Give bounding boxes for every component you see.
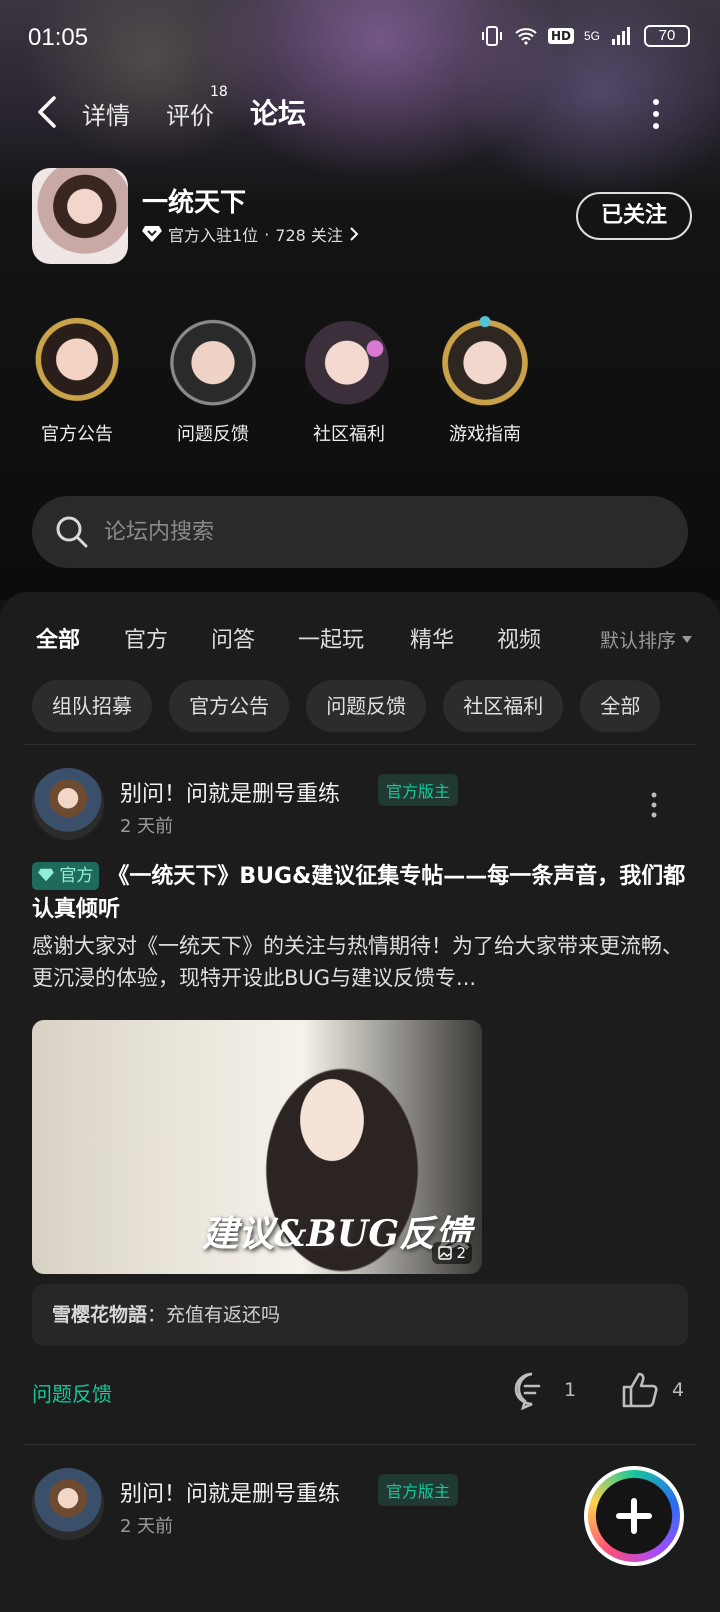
avatar[interactable] (32, 768, 104, 840)
hot-comment-preview[interactable]: 雪樱花物語：充值有返还吗 (32, 1284, 688, 1346)
meta-separator: · (264, 224, 270, 244)
post-time: 2 天前 (120, 1516, 174, 1537)
tab-featured[interactable]: 精华 (410, 622, 454, 654)
wifi-icon (515, 28, 537, 45)
comment-text: 充值有返还吗 (166, 1304, 281, 1326)
followers-count: 728 关注 (275, 226, 343, 245)
divider (24, 744, 696, 745)
search-bar[interactable] (32, 496, 688, 568)
shortcut-game-guide[interactable]: 游戏指南 (430, 300, 540, 446)
tab-all[interactable]: 全部 (36, 622, 81, 656)
moderator-badge: 官方版主 (378, 1474, 459, 1506)
chip-community-welfare[interactable]: 社区福利 (443, 680, 564, 732)
like-button[interactable]: 4 (620, 1370, 684, 1410)
post-category-tag[interactable]: 问题反馈 (32, 1378, 112, 1407)
shortcut-label: 游戏指南 (449, 424, 521, 445)
diamond-icon (38, 868, 54, 882)
chevron-right-icon (350, 227, 359, 241)
more-options-icon[interactable] (646, 96, 666, 132)
chip-team-recruit[interactable]: 组队招募 (32, 680, 152, 732)
game-name: 一统天下 (142, 188, 247, 218)
like-count: 4 (672, 1379, 685, 1401)
game-icon[interactable] (32, 168, 128, 264)
sort-label: 默认排序 (599, 630, 676, 652)
official-announcement-portrait-icon (25, 300, 129, 408)
feedback-portrait-icon (161, 300, 265, 408)
tab-video[interactable]: 视频 (497, 622, 541, 654)
comment-button[interactable]: 1 (512, 1370, 576, 1410)
tab-play-together[interactable]: 一起玩 (298, 622, 364, 654)
shortcut-label: 社区福利 (313, 424, 385, 445)
chip-all[interactable]: 全部 (580, 680, 661, 732)
chip-feedback[interactable]: 问题反馈 (306, 680, 427, 732)
official-tag: 官方 (32, 862, 100, 890)
shortcut-community-welfare[interactable]: 社区福利 (294, 300, 404, 446)
divider (24, 1444, 696, 1445)
follow-button[interactable]: 已关注 (576, 192, 692, 240)
post-title[interactable]: 官方 《一统天下》BUG&建议征集专帖——每一条声音，我们都认真倾听 (32, 860, 688, 926)
tab-details[interactable]: 详情 (82, 96, 130, 131)
status-time: 01:05 (28, 24, 89, 51)
post-more-icon[interactable] (648, 790, 660, 820)
community-welfare-portrait-icon (297, 300, 401, 408)
forum-tabs: 全部 官方 问答 一起玩 精华 视频 默认排序 (0, 612, 720, 662)
comment-count: 1 (564, 1379, 577, 1401)
image-count-badge: 2 (432, 1242, 472, 1264)
post-image[interactable]: 建议&BUG反馈 2 (32, 1020, 482, 1274)
back-arrow-icon[interactable] (32, 92, 68, 132)
status-icons: HD 5G 70 (480, 24, 690, 48)
post-card[interactable]: 别问！问就是删号重练 官方版主 2 天前 官方 《一统天下》BUG&建议征集专帖… (0, 768, 720, 1444)
chip-official-announcement[interactable]: 官方公告 (169, 680, 290, 732)
post-title-text: 《一统天下》BUG&建议征集专帖——每一条声音，我们都认真倾听 (32, 864, 686, 922)
comment-icon (514, 1372, 541, 1410)
caret-down-icon (682, 636, 692, 643)
tab-forum[interactable]: 论坛 (250, 92, 307, 134)
nav-bar: 详情 评价 18 论坛 (0, 82, 720, 142)
status-bar: 01:05 HD 5G 70 (0, 18, 720, 58)
shortcut-official-announcement[interactable]: 官方公告 (22, 300, 132, 446)
tab-reviews[interactable]: 评价 (166, 96, 214, 131)
comment-author: 雪樱花物語 (52, 1304, 148, 1326)
category-chips: 组队招募 官方公告 问题反馈 社区福利 全部 (32, 680, 720, 734)
plus-icon-vertical (631, 1498, 637, 1534)
official-count: 官方入驻1位 (168, 226, 259, 245)
signal-icon (612, 27, 630, 45)
tab-official[interactable]: 官方 (124, 622, 168, 654)
forum-shortcuts: 官方公告 问题反馈 社区福利 游戏指南 (0, 300, 720, 460)
sort-dropdown[interactable]: 默认排序 (600, 626, 692, 653)
post-excerpt[interactable]: 感谢大家对《一统天下》的关注与热情期待！为了给大家带来更流畅、更沉浸的体验，现特… (32, 930, 688, 994)
comment-separator: ： (147, 1304, 167, 1326)
author-name[interactable]: 别问！问就是删号重练 (120, 776, 340, 808)
shortcut-label: 官方公告 (41, 424, 113, 445)
image-count: 2 (456, 1244, 466, 1262)
image-caption: 建议&BUG反馈 (202, 1213, 472, 1255)
forum-panel: 全部 官方 问答 一起玩 精华 视频 默认排序 组队招募 官方公告 问题反馈 社… (0, 592, 720, 1612)
diamond-icon (142, 226, 162, 242)
reviews-count-badge: 18 (210, 84, 228, 100)
game-info: 一统天下 官方入驻1位 · 728 关注 已关注 (32, 168, 692, 264)
shortcut-feedback[interactable]: 问题反馈 (158, 300, 268, 446)
battery-icon: 70 (644, 25, 690, 47)
network-label: 5G (583, 29, 600, 43)
shortcut-label: 问题反馈 (177, 424, 249, 445)
author-name[interactable]: 别问！问就是删号重练 (120, 1476, 340, 1508)
gallery-icon (438, 1246, 453, 1260)
game-meta[interactable]: 官方入驻1位 · 728 关注 (142, 222, 359, 246)
search-input[interactable] (104, 514, 644, 550)
search-icon (56, 516, 88, 548)
game-guide-portrait-icon (433, 300, 537, 408)
create-post-button[interactable] (584, 1466, 684, 1566)
hd-badge: HD (547, 28, 574, 44)
thumbs-up-icon (622, 1372, 658, 1408)
avatar[interactable] (32, 1468, 104, 1540)
moderator-badge: 官方版主 (378, 774, 459, 806)
vibrate-icon (481, 26, 502, 46)
official-tag-label: 官方 (59, 866, 94, 886)
post-time: 2 天前 (120, 816, 174, 837)
tab-qa[interactable]: 问答 (211, 622, 255, 654)
